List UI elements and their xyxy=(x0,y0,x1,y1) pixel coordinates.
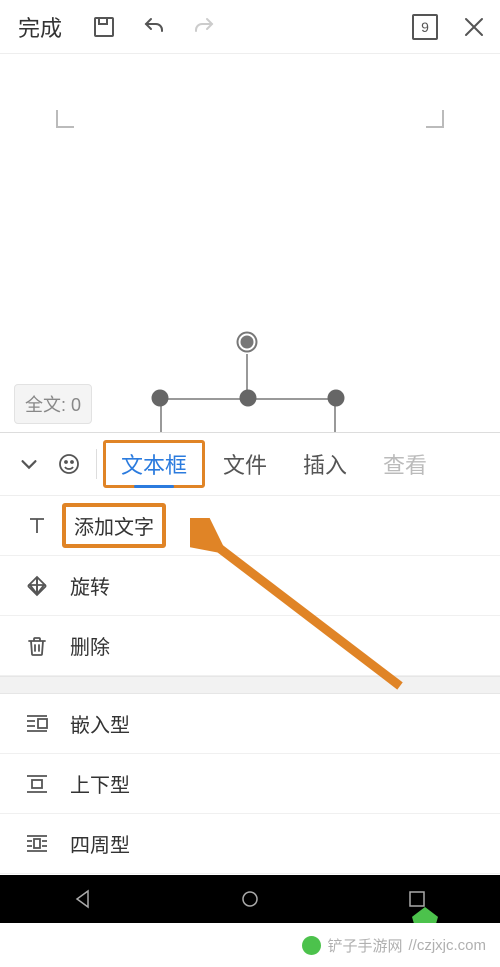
document-canvas[interactable]: 全文: 0 xyxy=(0,54,500,432)
tab-divider xyxy=(96,449,97,479)
top-toolbar: 完成 9 xyxy=(0,0,500,54)
emoji-icon[interactable] xyxy=(52,452,86,476)
save-icon[interactable] xyxy=(90,13,118,41)
panel-group-edit: 添加文字 旋转 删除 xyxy=(0,496,500,676)
panel-group-wrap: 嵌入型 上下型 四周型 xyxy=(0,694,500,874)
done-button[interactable]: 完成 xyxy=(12,7,68,47)
row-wrap-square[interactable]: 四周型 xyxy=(0,814,500,874)
undo-icon[interactable] xyxy=(140,13,168,41)
close-icon[interactable] xyxy=(460,13,488,41)
row-wrap-topbottom[interactable]: 上下型 xyxy=(0,754,500,814)
row-wrap-inline[interactable]: 嵌入型 xyxy=(0,694,500,754)
word-count-badge[interactable]: 全文: 0 xyxy=(14,384,92,424)
wrap-inline-icon xyxy=(22,709,52,739)
crop-corner-tl xyxy=(56,110,74,128)
row-add-text[interactable]: 添加文字 xyxy=(0,496,500,556)
handle-tr[interactable] xyxy=(328,390,345,407)
row-delete[interactable]: 删除 xyxy=(0,616,500,676)
page-indicator[interactable]: 9 xyxy=(412,14,438,40)
handle-tm[interactable] xyxy=(240,390,257,407)
tab-textbox[interactable]: 文本框 xyxy=(103,440,205,488)
row-label: 四周型 xyxy=(70,829,130,858)
handle-tl[interactable] xyxy=(152,390,169,407)
watermark-brand: 铲子手游网 xyxy=(327,935,402,956)
tab-file[interactable]: 文件 xyxy=(205,440,285,488)
collapse-panel-icon[interactable] xyxy=(12,453,46,475)
wrap-square-icon xyxy=(22,829,52,859)
row-label: 删除 xyxy=(70,631,110,660)
row-rotate[interactable]: 旋转 xyxy=(0,556,500,616)
watermark-footer: 铲子手游网 //czjxjc.com xyxy=(0,923,500,967)
watermark-host: //czjxjc.com xyxy=(408,937,486,954)
row-label: 上下型 xyxy=(70,769,130,798)
row-label: 添加文字 xyxy=(62,503,166,548)
tab-insert[interactable]: 插入 xyxy=(285,440,365,488)
section-divider xyxy=(0,676,500,694)
crop-corner-tr xyxy=(426,110,444,128)
delete-icon xyxy=(22,631,52,661)
text-icon xyxy=(22,511,52,541)
row-label: 旋转 xyxy=(70,571,110,600)
rotate-icon xyxy=(22,571,52,601)
nav-back-icon[interactable] xyxy=(63,879,103,919)
nav-home-icon[interactable] xyxy=(230,879,270,919)
tab-bar: 文本框 文件 插入 查看 xyxy=(0,432,500,496)
watermark-logo-icon xyxy=(302,936,321,955)
rotate-handle[interactable] xyxy=(239,334,256,351)
row-label: 嵌入型 xyxy=(70,709,130,738)
tab-view[interactable]: 查看 xyxy=(365,440,445,488)
wrap-topbottom-icon xyxy=(22,769,52,799)
redo-icon xyxy=(190,13,218,41)
